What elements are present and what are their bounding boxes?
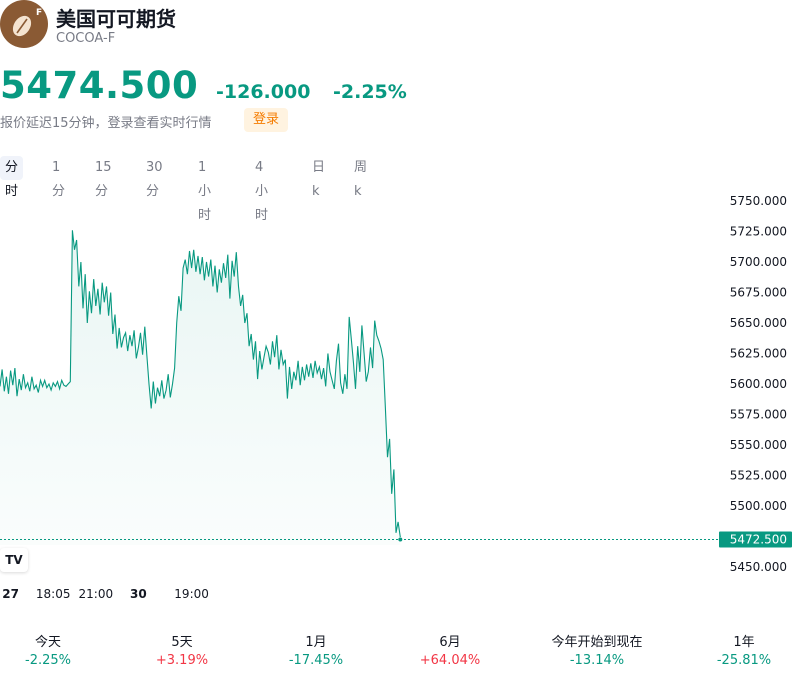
period-value: +64.04% [419,653,481,668]
y-tick-label: 5500.000 [730,499,787,513]
y-tick-label: 5675.000 [730,286,787,300]
x-tick-label: 27 [2,587,19,601]
price-change: -126.000 [216,81,311,103]
y-tick-label: 5450.000 [730,560,787,574]
header: F 美国可可期货 COCOA-F [0,0,800,50]
y-tick-label: 5725.000 [730,225,787,239]
y-tick-label: 5550.000 [730,438,787,452]
period-label: 1年 [733,635,755,650]
period-performance: 今天 -2.25% 5天 +3.19% 1月 -17.45% 6月 +64.04… [0,634,800,674]
tab-30min[interactable]: 30分 [141,156,168,199]
period-label: 今天 [34,635,61,650]
price-chart[interactable]: 5750.000 5725.000 5700.000 5675.000 5650.000… [0,190,800,610]
period-1month[interactable]: 1月 -17.45% [256,634,376,670]
period-value: -2.25% [25,653,71,668]
delay-note: 报价延迟15分钟，登录查看实时行情 [0,116,212,131]
current-price: 5474.500 [0,64,199,107]
price-change-percent: -2.25% [333,81,407,103]
period-today[interactable]: 今天 -2.25% [0,634,108,670]
y-tick-label: 5525.000 [730,469,787,483]
x-tick-label: 19:00 [174,587,209,601]
login-button[interactable]: 登录 [244,108,288,132]
y-tick-label: 5700.000 [730,255,787,269]
period-1year[interactable]: 1年 -25.81% [684,634,800,670]
period-label: 5天 [171,635,193,650]
x-tick-label: 18:05 [36,587,71,601]
y-tick-label: 5625.000 [730,347,787,361]
x-tick-label: 21:00 [79,587,114,601]
y-tick-label: 5750.000 [730,194,787,208]
y-tick-label: 5650.000 [730,316,787,330]
last-point-marker [398,537,403,542]
period-6month[interactable]: 6月 +64.04% [390,634,510,670]
logo-badge: F [36,8,42,18]
period-value: -17.45% [288,653,344,668]
x-tick-label: 30 [130,587,147,601]
period-label: 今年开始到现在 [551,635,643,650]
period-ytd[interactable]: 今年开始到现在 -13.14% [537,634,657,670]
tab-4hour[interactable]: 4小时 [250,156,273,223]
current-price-label: 5472.500 [730,533,787,547]
y-tick-label: 5575.000 [730,408,787,422]
period-label: 1月 [305,635,327,650]
ticker-symbol: COCOA-F [56,31,116,46]
period-5day[interactable]: 5天 +3.19% [122,634,242,670]
tab-daily[interactable]: 日k [307,156,330,199]
cocoa-bean-icon: F [0,0,48,48]
tab-weekly[interactable]: 周k [349,156,372,199]
page-title: 美国可可期货 [56,7,176,31]
tab-1min[interactable]: 1分 [47,156,70,199]
tab-fenshi[interactable]: 分时 [0,156,24,199]
period-label: 6月 [439,635,461,650]
period-value: -13.14% [569,653,625,668]
period-value: -25.81% [716,653,772,668]
period-value: +3.19% [155,653,209,668]
tradingview-logo[interactable]: TV [0,548,28,572]
tab-15min[interactable]: 15分 [90,156,117,199]
y-tick-label: 5600.000 [730,377,787,391]
tab-1hour[interactable]: 1小时 [193,156,216,223]
